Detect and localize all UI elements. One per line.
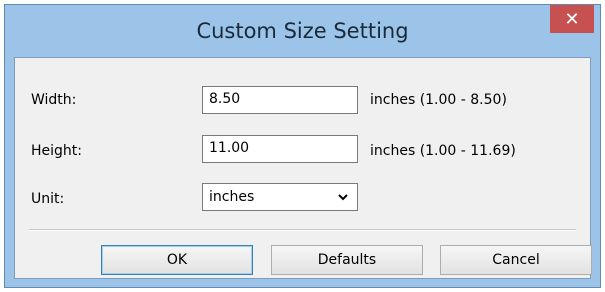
height-input[interactable]: 11.00 [202, 135, 358, 163]
dialog-title: Custom Size Setting [196, 19, 409, 43]
defaults-button[interactable]: Defaults [271, 245, 423, 275]
custom-size-dialog: Custom Size Setting ✕ Width: 8.50 inches… [4, 4, 601, 288]
cancel-button[interactable]: Cancel [440, 245, 592, 275]
chevron-down-icon [338, 194, 348, 201]
divider [29, 229, 576, 231]
close-icon: ✕ [564, 8, 580, 30]
height-label: Height: [31, 143, 82, 159]
height-range-hint: inches (1.00 - 11.69) [370, 143, 516, 159]
dialog-body: Width: 8.50 inches (1.00 - 8.50) Height:… [14, 57, 592, 279]
ok-button[interactable]: OK [101, 245, 253, 275]
width-label: Width: [31, 92, 77, 108]
unit-select-value: inches [209, 189, 255, 205]
unit-select[interactable]: inches [202, 183, 358, 211]
unit-label: Unit: [31, 191, 65, 207]
width-input[interactable]: 8.50 [202, 86, 358, 114]
close-button[interactable]: ✕ [550, 5, 594, 33]
title-bar[interactable]: Custom Size Setting ✕ [5, 5, 600, 57]
width-range-hint: inches (1.00 - 8.50) [370, 92, 507, 108]
